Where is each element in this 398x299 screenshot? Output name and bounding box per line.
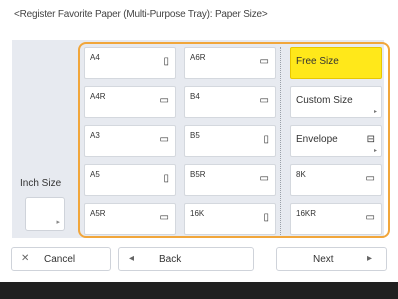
landscape-paper-icon: ▭ xyxy=(365,173,375,184)
landscape-paper-icon: ▭ xyxy=(159,134,169,145)
chevron-right-icon: ▸ xyxy=(56,219,60,226)
paper-size-a4[interactable]: A4 ▯ xyxy=(84,47,176,79)
landscape-paper-icon: ▭ xyxy=(365,212,375,223)
paper-size-16kr[interactable]: 16KR ▭ xyxy=(290,203,382,235)
landscape-paper-icon: ▭ xyxy=(159,95,169,106)
close-icon: ✕ xyxy=(21,253,30,264)
paper-size-b5r[interactable]: B5R ▭ xyxy=(184,164,276,196)
landscape-paper-icon: ▭ xyxy=(259,56,269,67)
landscape-paper-icon: ▭ xyxy=(259,173,269,184)
cancel-button[interactable]: ✕ Cancel xyxy=(11,247,111,271)
paper-size-a4r[interactable]: A4R ▭ xyxy=(84,86,176,118)
landscape-paper-icon: ▭ xyxy=(259,95,269,106)
chevron-right-icon: ▸ xyxy=(373,109,377,115)
status-bar xyxy=(0,282,398,299)
paper-size-8k[interactable]: 8K ▭ xyxy=(290,164,382,196)
paper-size-a5[interactable]: A5 ▯ xyxy=(84,164,176,196)
next-button[interactable]: Next ▸ xyxy=(276,247,387,271)
paper-size-16k[interactable]: 16K ▯ xyxy=(184,203,276,235)
paper-size-custom-size[interactable]: Custom Size ▸ xyxy=(290,86,382,118)
inch-size-button[interactable]: ▸ xyxy=(25,197,65,231)
paper-size-b5[interactable]: B5 ▯ xyxy=(184,125,276,157)
column-divider xyxy=(280,47,281,235)
portrait-paper-icon: ▯ xyxy=(263,212,269,223)
paper-size-a5r[interactable]: A5R ▭ xyxy=(84,203,176,235)
inch-size-label: Inch Size xyxy=(20,178,62,189)
chevron-right-icon: ▸ xyxy=(373,148,377,154)
portrait-paper-icon: ▯ xyxy=(163,56,169,67)
paper-size-a3[interactable]: A3 ▭ xyxy=(84,125,176,157)
paper-size-b4[interactable]: B4 ▭ xyxy=(184,86,276,118)
screen-title: <Register Favorite Paper (Multi-Purpose … xyxy=(14,9,268,20)
landscape-paper-icon: ▭ xyxy=(159,212,169,223)
back-button[interactable]: ◂ Back xyxy=(118,247,254,271)
portrait-paper-icon: ▯ xyxy=(163,173,169,184)
portrait-paper-icon: ▯ xyxy=(263,134,269,145)
back-arrow-icon: ◂ xyxy=(129,253,135,264)
paper-size-envelope[interactable]: Envelope ⊟ ▸ xyxy=(290,125,382,157)
envelope-icon: ⊟ xyxy=(366,134,375,145)
paper-size-free-size[interactable]: Free Size xyxy=(290,47,382,79)
paper-size-a6r[interactable]: A6R ▭ xyxy=(184,47,276,79)
next-arrow-icon: ▸ xyxy=(367,253,373,264)
paper-size-grid: A4 ▯ A4R ▭ A3 ▭ A5 ▯ A5R ▭ A6R ▭ B4 ▭ B5… xyxy=(84,47,385,235)
